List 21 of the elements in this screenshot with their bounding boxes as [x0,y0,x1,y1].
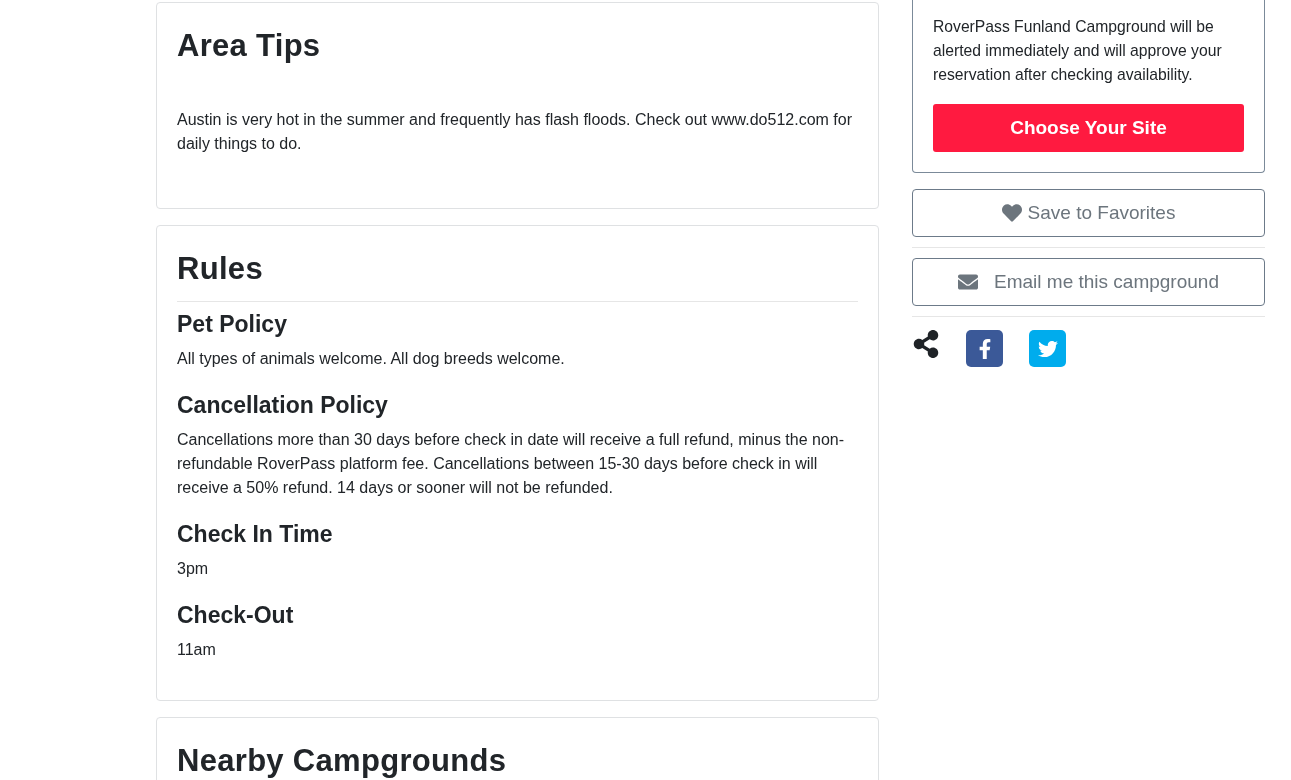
rule-text: 11am [177,640,217,660]
rule-text: 3pm [177,559,210,579]
heart-icon [1001,203,1022,223]
favorite-button[interactable]: Save to Favorites [912,189,1265,237]
email-button[interactable]: Email me this campground [912,258,1265,306]
envelope-icon [958,272,979,292]
twitter-icon[interactable] [1029,330,1066,367]
tips-text: Austin is very hot in the summer and frequently has flash floods. Check out www.do512.com for daily things to do. [177,110,853,154]
facebook-icon[interactable] [966,330,1003,367]
rule-text: Cancellations more than 30 days before check in date will receive a full refund, minus the non-refundable RoverPass platform fee. Cancellations between 15-30 days before check in will receive a 50% refund. 14 days or sooner will not be refunded. [177,430,846,498]
card-title: Rules [177,250,264,287]
booking-text: RoverPass Funland Campground will be alerted immediately and will approve your reservation after checking availability. [933,17,1223,85]
rule-heading: Check In Time [177,520,334,549]
share-icon[interactable] [912,330,940,358]
choose-site-button[interactable]: Choose Your Site [933,104,1244,152]
rule-heading: Check-Out [177,601,295,630]
card-title: Area Tips [177,27,322,64]
rule-heading: Pet Policy [177,310,288,339]
rule-text: All types of animals welcome. All dog breeds welcome. [177,349,566,369]
rule-heading: Cancellation Policy [177,391,389,420]
card-title: Nearby Campgrounds [177,742,508,779]
